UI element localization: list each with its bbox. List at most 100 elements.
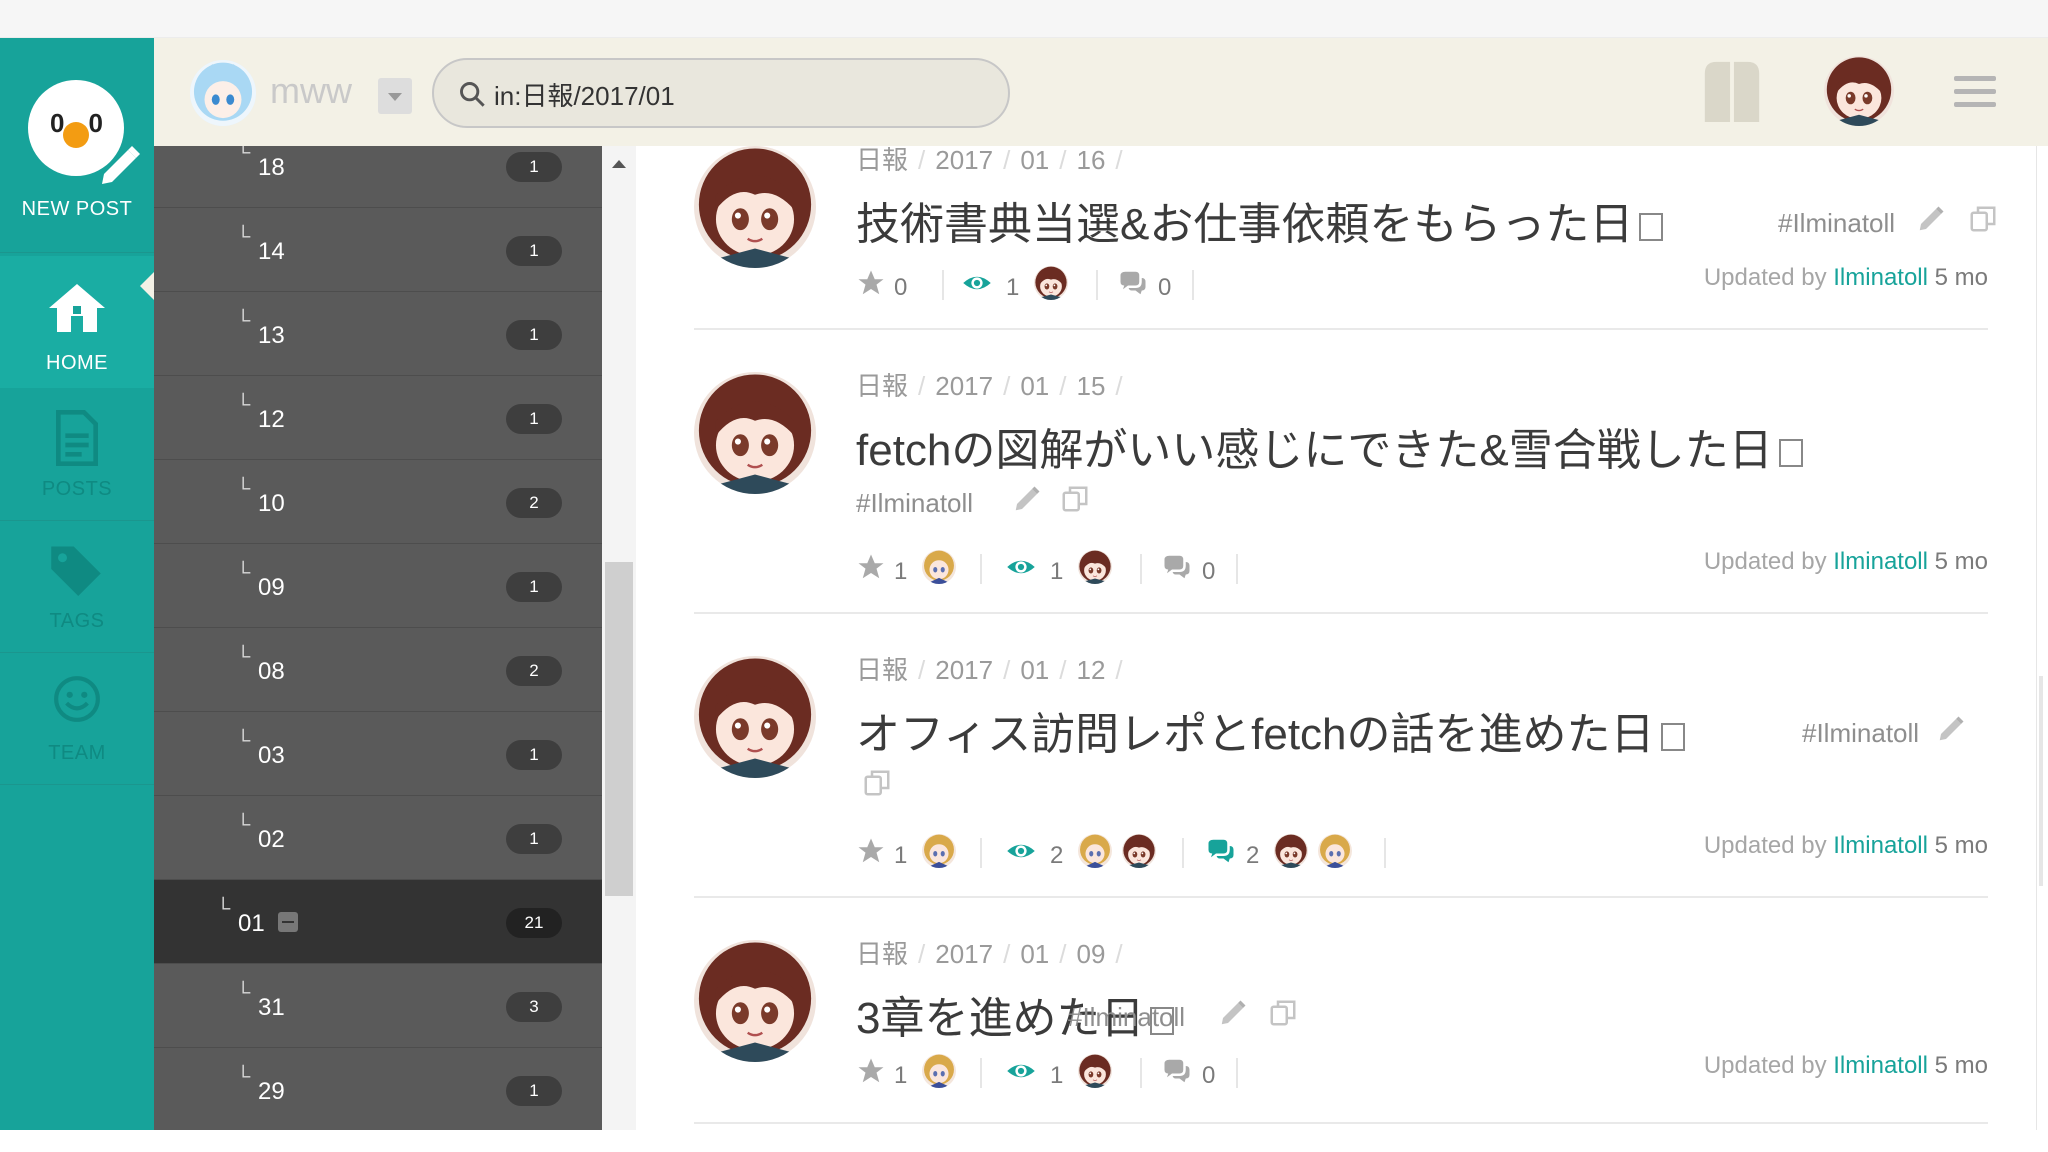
tree-row-10[interactable]: └ 10 2 xyxy=(154,460,602,544)
author-avatar[interactable] xyxy=(694,940,816,1062)
crumb-year[interactable]: 2017 xyxy=(935,939,993,969)
scroll-up-arrow-icon[interactable] xyxy=(612,160,626,168)
crumb-month[interactable]: 01 xyxy=(1020,939,1049,969)
star-icon xyxy=(856,836,886,866)
crumb-year[interactable]: 2017 xyxy=(935,655,993,685)
updated-info: Updated by Ilminatoll 5 mo xyxy=(1704,548,1988,576)
book-icon[interactable] xyxy=(1700,58,1764,124)
author-avatar[interactable] xyxy=(694,372,816,494)
page-scrollbar[interactable] xyxy=(2036,146,2048,1130)
viewer-avatar[interactable] xyxy=(1122,834,1156,868)
team-name[interactable]: mww xyxy=(270,70,352,112)
post-stats: 1 1 0 xyxy=(856,548,1556,588)
viewer-avatar[interactable] xyxy=(1078,834,1112,868)
edit-icon[interactable] xyxy=(1936,714,1966,744)
star-stat[interactable]: 0 xyxy=(856,264,936,304)
edit-icon[interactable] xyxy=(1218,998,1248,1028)
comment-stat[interactable]: 0 xyxy=(1118,264,1198,304)
stargazer-avatar[interactable] xyxy=(922,834,956,868)
crumb-category[interactable]: 日報 xyxy=(856,146,908,175)
comment-stat[interactable]: 2 xyxy=(1206,832,1376,872)
tree-row-12[interactable]: └ 12 1 xyxy=(154,376,602,460)
nav-team[interactable]: TEAM xyxy=(0,654,154,784)
hamburger-icon[interactable] xyxy=(1954,76,1996,110)
copy-icon[interactable] xyxy=(1268,998,1298,1028)
view-stat[interactable]: 1 xyxy=(962,264,1102,304)
view-stat[interactable]: 1 xyxy=(1006,1052,1146,1092)
crumb-category[interactable]: 日報 xyxy=(856,371,908,401)
team-avatar[interactable] xyxy=(190,60,256,126)
author-avatar[interactable] xyxy=(694,146,816,268)
star-stat[interactable]: 1 xyxy=(856,548,966,588)
edit-icon[interactable] xyxy=(1916,204,1946,234)
copy-icon[interactable] xyxy=(862,768,892,798)
updated-by-link[interactable]: Ilminatoll xyxy=(1833,1052,1928,1079)
post-title[interactable]: オフィス訪問レポとfetchの話を進めた日 xyxy=(856,710,1655,759)
user-avatar[interactable] xyxy=(1824,56,1894,126)
post-title[interactable]: fetchの図解がいい感じにできた&雪合戦した日 xyxy=(856,426,1773,475)
crumb-day[interactable]: 15 xyxy=(1076,371,1105,401)
tree-row-14[interactable]: └ 14 1 xyxy=(154,208,602,292)
team-dropdown-button[interactable] xyxy=(378,78,412,114)
tree-row-31[interactable]: └ 31 3 xyxy=(154,964,602,1048)
post-count-badge: 1 xyxy=(506,740,562,770)
nav-home[interactable]: HOME xyxy=(0,256,154,388)
viewer-avatar[interactable] xyxy=(1078,550,1112,584)
crumb-month[interactable]: 01 xyxy=(1020,655,1049,685)
tree-row-label: 02 xyxy=(258,826,285,853)
star-stat[interactable]: 1 xyxy=(856,832,966,872)
post-tag[interactable]: #Ilminatoll xyxy=(1802,718,1919,749)
new-post-button[interactable]: 00 NEW POST xyxy=(0,38,154,248)
crumb-category[interactable]: 日報 xyxy=(856,939,908,969)
copy-icon[interactable] xyxy=(1060,484,1090,514)
collapse-icon[interactable] xyxy=(278,912,298,932)
window-top-strip xyxy=(0,0,2048,38)
copy-icon[interactable] xyxy=(1968,204,1998,234)
author-avatar[interactable] xyxy=(694,656,816,778)
page-scroll-thumb[interactable] xyxy=(2039,676,2043,886)
tree-row-02[interactable]: └ 02 1 xyxy=(154,796,602,880)
crumb-category[interactable]: 日報 xyxy=(856,655,908,685)
viewer-avatar[interactable] xyxy=(1078,1054,1112,1088)
edit-icon[interactable] xyxy=(1012,484,1042,514)
viewer-avatar[interactable] xyxy=(1034,266,1068,300)
crumb-year[interactable]: 2017 xyxy=(935,146,993,175)
commenter-avatar[interactable] xyxy=(1318,834,1352,868)
tree-row-13[interactable]: └ 13 1 xyxy=(154,292,602,376)
updated-by-link[interactable]: Ilminatoll xyxy=(1833,548,1928,575)
tree-row-18[interactable]: └ 18 1 xyxy=(154,146,602,208)
nav-tags[interactable]: TAGS xyxy=(0,522,154,652)
post-tag[interactable]: #Ilminatoll xyxy=(1068,1002,1185,1033)
stargazer-avatar[interactable] xyxy=(922,550,956,584)
view-stat[interactable]: 1 xyxy=(1006,548,1146,588)
crumb-month[interactable]: 01 xyxy=(1020,371,1049,401)
star-stat[interactable]: 1 xyxy=(856,1052,966,1092)
tree-row-09[interactable]: └ 09 1 xyxy=(154,544,602,628)
tree-elbow-glyph: └ xyxy=(236,1066,251,1088)
search-input[interactable] xyxy=(494,72,994,116)
post-tag[interactable]: #Ilminatoll xyxy=(856,488,973,519)
comment-stat[interactable]: 0 xyxy=(1162,1052,1242,1092)
post-tag[interactable]: #Ilminatoll xyxy=(1778,208,1895,239)
commenter-avatar[interactable] xyxy=(1274,834,1308,868)
tree-row-03[interactable]: └ 03 1 xyxy=(154,712,602,796)
updated-by-link[interactable]: Ilminatoll xyxy=(1833,264,1928,291)
view-stat[interactable]: 2 xyxy=(1006,832,1176,872)
tree-row-08[interactable]: └ 08 2 xyxy=(154,628,602,712)
crumb-day[interactable]: 16 xyxy=(1076,146,1105,175)
tree-scrollbar[interactable] xyxy=(602,146,636,1130)
crumb-year[interactable]: 2017 xyxy=(935,371,993,401)
crumb-day[interactable]: 12 xyxy=(1076,655,1105,685)
scroll-thumb[interactable] xyxy=(605,562,633,896)
comment-stat[interactable]: 0 xyxy=(1162,548,1242,588)
crumb-month[interactable]: 01 xyxy=(1020,146,1049,175)
crumb-day[interactable]: 09 xyxy=(1076,939,1105,969)
search-box[interactable] xyxy=(432,58,1010,128)
tree-row-01[interactable]: └ 01 21 xyxy=(154,880,602,964)
updated-by-link[interactable]: Ilminatoll xyxy=(1833,832,1928,859)
post-title[interactable]: 技術書典当選&お仕事依頼をもらった日 xyxy=(856,200,1633,249)
nav-posts[interactable]: POSTS xyxy=(0,390,154,520)
tree-elbow-glyph: └ xyxy=(216,898,231,920)
stargazer-avatar[interactable] xyxy=(922,1054,956,1088)
tree-row-29[interactable]: └ 29 1 xyxy=(154,1048,602,1130)
